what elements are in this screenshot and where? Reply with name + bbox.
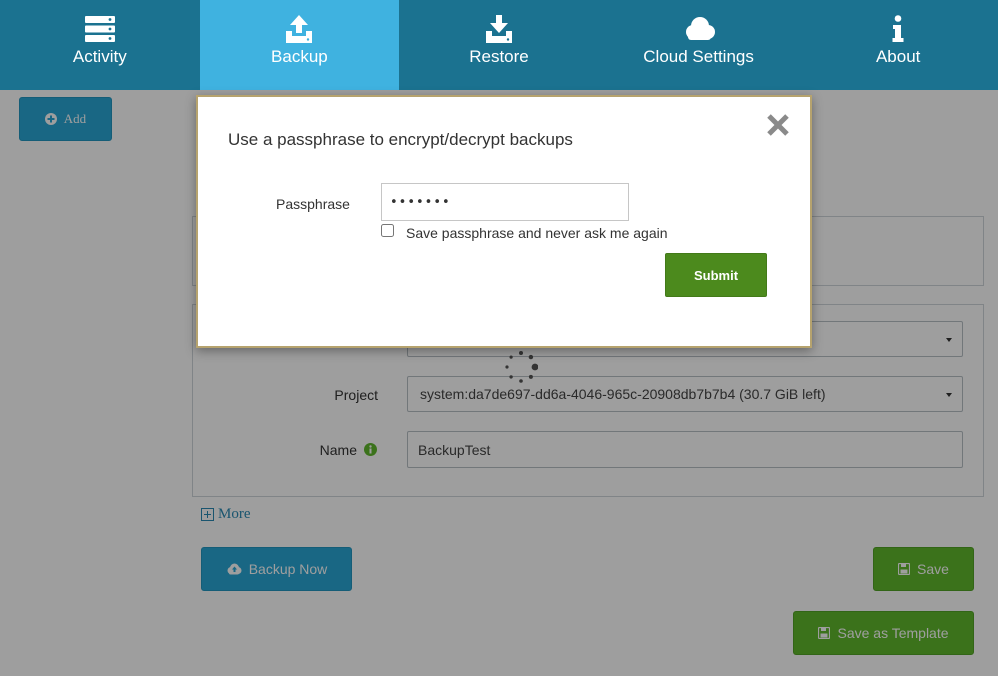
upload-icon — [284, 14, 314, 44]
dialog-title: Use a passphrase to encrypt/decrypt back… — [228, 130, 573, 149]
nav-cloud-settings-label: Cloud Settings — [643, 47, 754, 66]
nav-cloud-settings[interactable]: Cloud Settings — [599, 0, 799, 90]
nav-activity-label: Activity — [72, 47, 127, 66]
cloud-icon — [682, 14, 716, 44]
nav-restore-label: Restore — [469, 47, 529, 66]
submit-button[interactable]: Submit — [665, 253, 767, 297]
nav-backup-label: Backup — [271, 47, 328, 66]
nav-activity[interactable]: Activity — [0, 0, 200, 90]
info-icon — [891, 14, 905, 44]
server-icon — [84, 14, 116, 44]
passphrase-label: Passphrase — [276, 196, 350, 212]
nav-restore[interactable]: Restore — [399, 0, 599, 90]
nav-about[interactable]: About — [798, 0, 998, 90]
top-nav: Activity Backup Restore Cloud Settings A… — [0, 0, 998, 90]
passphrase-input[interactable] — [381, 183, 629, 221]
download-icon — [484, 14, 514, 44]
nav-about-label: About — [875, 47, 921, 66]
close-icon[interactable] — [766, 113, 790, 137]
passphrase-dialog: Use a passphrase to encrypt/decrypt back… — [196, 95, 812, 348]
nav-backup[interactable]: Backup — [199, 0, 400, 90]
save-passphrase-checkbox[interactable] — [381, 224, 394, 237]
save-passphrase-label: Save passphrase and never ask me again — [406, 225, 668, 241]
